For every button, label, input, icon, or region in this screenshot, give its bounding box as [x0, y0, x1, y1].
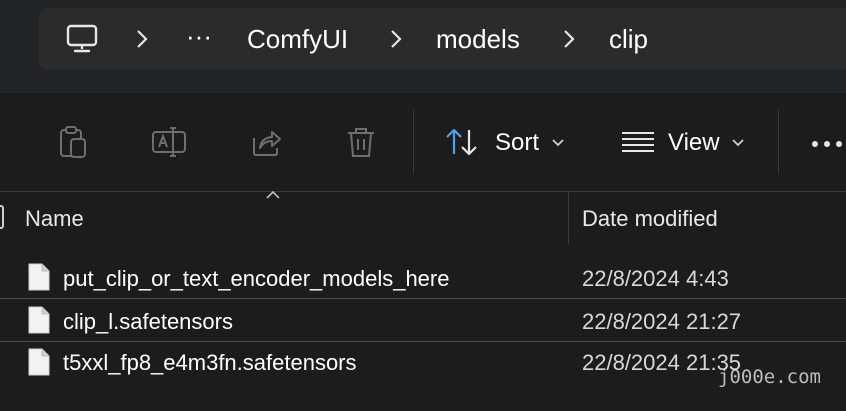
view-icon[interactable] [620, 124, 656, 160]
watermark: j000e.com [718, 366, 821, 388]
delete-icon[interactable] [343, 124, 379, 160]
more-icon[interactable] [810, 138, 846, 150]
column-header-name[interactable]: Name [25, 204, 84, 234]
rename-icon[interactable] [151, 124, 187, 160]
chevron-down-icon[interactable] [731, 138, 745, 148]
file-name: put_clip_or_text_encoder_models_here [63, 266, 450, 291]
breadcrumb-item-comfyui[interactable]: ComfyUI [247, 22, 348, 56]
chevron-right-icon [391, 30, 402, 48]
chevron-down-icon[interactable] [551, 138, 565, 148]
file-date: 22/8/2024 21:27 [582, 309, 742, 334]
file-name: t5xxl_fp8_e4m3fn.safetensors [63, 350, 357, 375]
chevron-right-icon [137, 30, 148, 48]
list-item[interactable]: put_clip_or_text_encoder_models_here 22/… [0, 257, 846, 299]
column-resize-handle[interactable] [568, 192, 569, 244]
select-all-checkbox[interactable] [0, 205, 4, 229]
file-date: 22/8/2024 4:43 [582, 266, 729, 291]
share-icon[interactable] [248, 124, 284, 160]
view-button[interactable]: View [668, 128, 720, 158]
breadcrumb-overflow[interactable]: ··· [186, 19, 212, 53]
file-name: clip_l.safetensors [63, 309, 233, 334]
file-icon [28, 348, 50, 376]
column-header-date-modified[interactable]: Date modified [582, 204, 718, 234]
breadcrumb-item-clip[interactable]: clip [609, 22, 648, 56]
toolbar-divider [778, 110, 779, 174]
breadcrumb-item-models[interactable]: models [436, 22, 520, 56]
sort-ascending-icon [266, 190, 280, 199]
file-icon [28, 263, 50, 291]
toolbar-bottom-border [0, 191, 846, 192]
sort-icon[interactable] [444, 124, 480, 160]
sort-button[interactable]: Sort [495, 128, 539, 158]
row-divider [0, 298, 846, 299]
file-icon [28, 306, 50, 334]
list-item[interactable]: clip_l.safetensors 22/8/2024 21:27 [0, 300, 846, 342]
toolbar-divider [413, 110, 414, 174]
row-divider [0, 341, 846, 342]
paste-icon[interactable] [55, 124, 91, 160]
monitor-icon[interactable] [66, 23, 98, 55]
chevron-right-icon [564, 30, 575, 48]
